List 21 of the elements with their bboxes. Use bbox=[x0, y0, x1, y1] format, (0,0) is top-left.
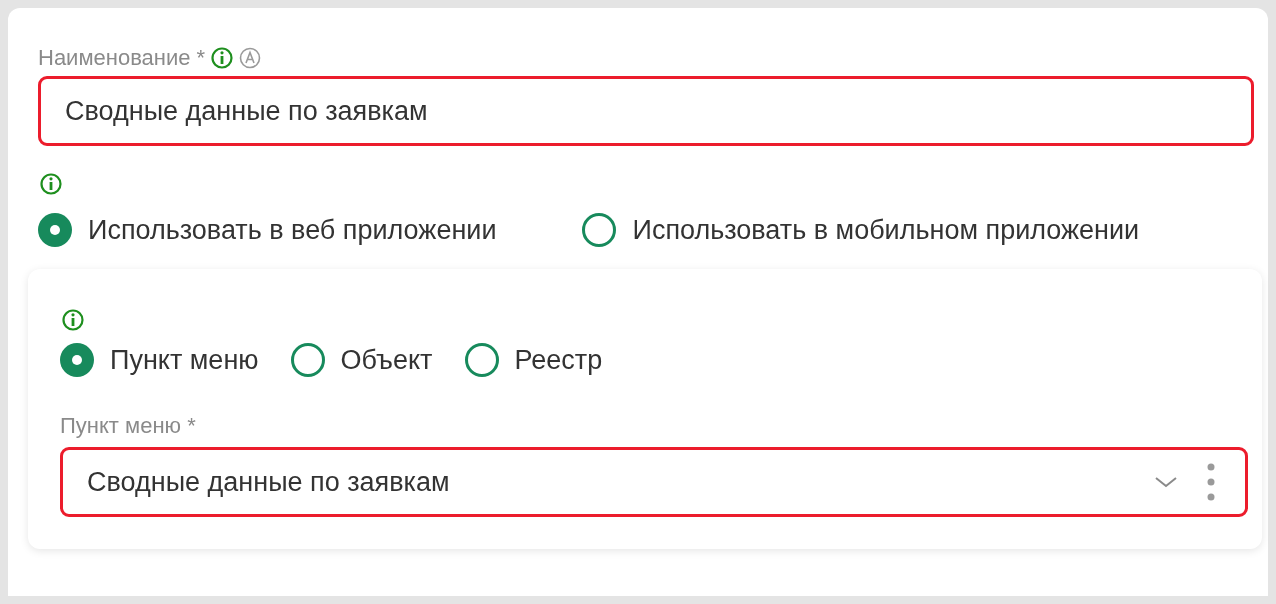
select-value: Сводные данные по заявкам bbox=[87, 466, 451, 498]
more-options-icon[interactable] bbox=[1207, 463, 1215, 501]
radio-label[interactable]: Объект bbox=[340, 344, 433, 376]
field-label: Наименование * bbox=[38, 45, 206, 71]
menu-item-select[interactable]: Сводные данные по заявкам bbox=[60, 447, 1248, 517]
letter-a-icon[interactable] bbox=[239, 47, 262, 69]
radio-button[interactable] bbox=[60, 343, 94, 377]
radio-button[interactable] bbox=[464, 343, 499, 377]
name-input-field[interactable]: Сводные данные по заявкам bbox=[38, 76, 1254, 146]
radio-label[interactable]: Пункт меню bbox=[110, 344, 259, 376]
radio-button[interactable] bbox=[38, 213, 72, 247]
radio-button[interactable] bbox=[582, 213, 617, 247]
radio-label[interactable]: Использовать в веб приложении bbox=[88, 214, 497, 246]
info-icon[interactable] bbox=[62, 309, 84, 331]
field-label: Пункт меню * bbox=[60, 413, 197, 439]
radio-label[interactable]: Использовать в мобильном приложении bbox=[632, 214, 1140, 246]
info-icon[interactable] bbox=[40, 173, 62, 195]
chevron-down-icon[interactable] bbox=[1153, 474, 1179, 490]
info-icon[interactable] bbox=[211, 47, 234, 69]
radio-label[interactable]: Реестр bbox=[514, 344, 603, 376]
radio-button[interactable] bbox=[290, 343, 325, 377]
